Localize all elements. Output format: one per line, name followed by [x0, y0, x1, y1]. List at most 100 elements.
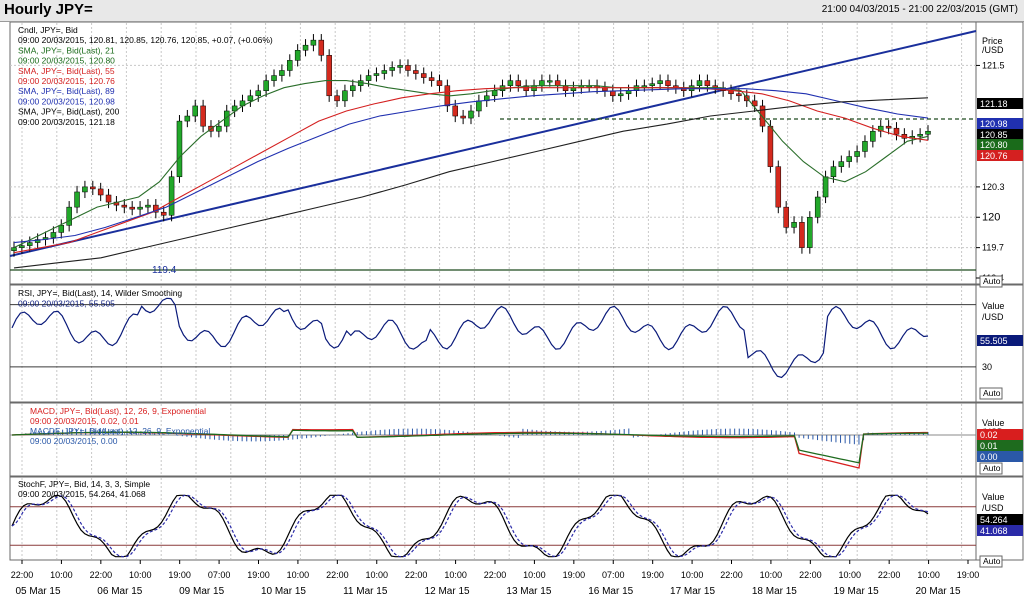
- hour-label: 19:00: [641, 570, 664, 580]
- candle: [121, 204, 128, 208]
- price-badge-label: 120.80: [980, 140, 1008, 150]
- candle: [50, 232, 57, 238]
- price-badge-label: 120.98: [980, 119, 1008, 129]
- price-legend-line: 09:00 20/03/2015, 121.18: [18, 117, 115, 127]
- candle: [381, 70, 388, 74]
- candle: [854, 151, 860, 157]
- candle: [11, 247, 17, 251]
- macd-legend-line: MACD, JPY=, Bid(Last), 12, 26, 9, Expone…: [30, 406, 206, 416]
- candle: [19, 245, 25, 248]
- hour-label: 22:00: [878, 570, 901, 580]
- hour-label: 10:00: [681, 570, 704, 580]
- candle: [279, 70, 285, 76]
- price-badge-label: 121.18: [980, 99, 1008, 109]
- candle: [66, 206, 72, 226]
- stoch-axis-unit: /USD: [982, 503, 1004, 513]
- candle: [184, 115, 191, 122]
- rsi-legend-line: RSI, JPY=, Bid(Last), 14, Wilder Smoothi…: [18, 288, 182, 298]
- price-legend-line: SMA, JPY=, Bid(Last), 200: [18, 107, 120, 117]
- candle: [90, 186, 96, 190]
- hour-label: 07:00: [602, 570, 625, 580]
- candle: [58, 225, 65, 233]
- hour-label: 19:00: [247, 570, 270, 580]
- candle: [846, 156, 852, 162]
- panel-stoch: [9, 476, 977, 561]
- rsi-axis-unit: Value: [982, 301, 1004, 311]
- candle: [657, 80, 663, 84]
- hour-label: 22:00: [484, 570, 507, 580]
- candle: [704, 80, 711, 86]
- price-legend-line: SMA, JPY=, Bid(Last), 89: [18, 86, 115, 96]
- rsi-auto-label: Auto: [983, 388, 1001, 398]
- candle: [775, 166, 782, 208]
- candle: [925, 130, 931, 135]
- candle: [373, 73, 380, 76]
- day-label: 05 Mar 15: [15, 586, 60, 597]
- candle: [271, 75, 277, 81]
- price-tick-label: 120.3: [982, 182, 1005, 192]
- candle: [917, 134, 923, 137]
- price-badge-label: 120.85: [980, 130, 1008, 140]
- price-legend-line: 09:00 20/03/2015, 120.80: [18, 56, 115, 66]
- stoch-badge-label: 41.068: [980, 526, 1008, 536]
- candle: [168, 176, 175, 216]
- hour-label: 07:00: [208, 570, 231, 580]
- hour-label: 10:00: [444, 570, 467, 580]
- candle: [318, 39, 325, 56]
- rsi-axis-unit: /USD: [982, 312, 1004, 322]
- macd-legend-line: 09:00 20/03/2015, 0.00: [30, 436, 118, 446]
- chart-area: 119.4Cndl, JPY=, Bid09:00 20/03/2015, 12…: [9, 22, 1024, 597]
- candle: [365, 75, 372, 81]
- candle: [665, 80, 671, 86]
- hour-label: 22:00: [720, 570, 743, 580]
- macd-badge-label: 0.01: [980, 441, 998, 451]
- candle: [334, 95, 340, 102]
- day-label: 09 Mar 15: [179, 586, 224, 597]
- day-label: 10 Mar 15: [261, 586, 306, 597]
- candle: [830, 166, 837, 178]
- stoch-auto-label: Auto: [983, 556, 1001, 566]
- hour-label: 10:00: [917, 570, 940, 580]
- candle: [97, 188, 104, 196]
- candle: [326, 55, 332, 97]
- day-label: 18 Mar 15: [752, 586, 797, 597]
- hour-label: 22:00: [405, 570, 428, 580]
- hour-label: 22:00: [799, 570, 822, 580]
- candle: [74, 191, 80, 208]
- panel-rsi: [9, 284, 977, 403]
- candle: [767, 125, 774, 167]
- rsi-badge-label: 55.505: [980, 336, 1008, 346]
- candle: [287, 60, 293, 71]
- day-label: 19 Mar 15: [834, 586, 879, 597]
- candle: [192, 105, 198, 117]
- hour-label: 10:00: [129, 570, 152, 580]
- day-label: 11 Mar 15: [343, 586, 388, 597]
- hour-label: 19:00: [957, 570, 980, 580]
- candle: [216, 125, 222, 132]
- day-label: 17 Mar 15: [670, 586, 715, 597]
- candle: [452, 105, 458, 117]
- chart-title: Hourly JPY=: [4, 1, 93, 18]
- hour-label: 10:00: [50, 570, 73, 580]
- candle: [263, 80, 269, 91]
- candle: [405, 65, 411, 71]
- candle: [105, 194, 112, 203]
- price-legend-line: 09:00 20/03/2015, 120.81, 120.85, 120.76…: [18, 35, 273, 45]
- stoch-badge-label: 54.264: [980, 515, 1008, 525]
- candle: [476, 100, 482, 112]
- candle: [200, 105, 206, 127]
- hour-label: 10:00: [365, 570, 388, 580]
- rsi-legend-line: 09:00 20/03/2015, 55.505: [18, 299, 115, 309]
- price-legend-line: 09:00 20/03/2015, 120.98: [18, 96, 115, 106]
- price-tick-label: 119.7: [982, 243, 1004, 253]
- candle: [413, 70, 419, 74]
- price-legend-line: SMA, JPY=, Bid(Last), 21: [18, 45, 115, 55]
- stoch-legend-line: 09:00 20/03/2015, 54.264, 41.068: [18, 489, 146, 499]
- price-badge-label: 120.76: [980, 151, 1008, 161]
- candle: [791, 222, 797, 228]
- support-label: 119.4: [152, 265, 177, 276]
- day-label: 12 Mar 15: [425, 586, 470, 597]
- hour-label: 10:00: [760, 570, 783, 580]
- price-auto-label: Auto: [983, 276, 1001, 286]
- candle: [397, 65, 403, 68]
